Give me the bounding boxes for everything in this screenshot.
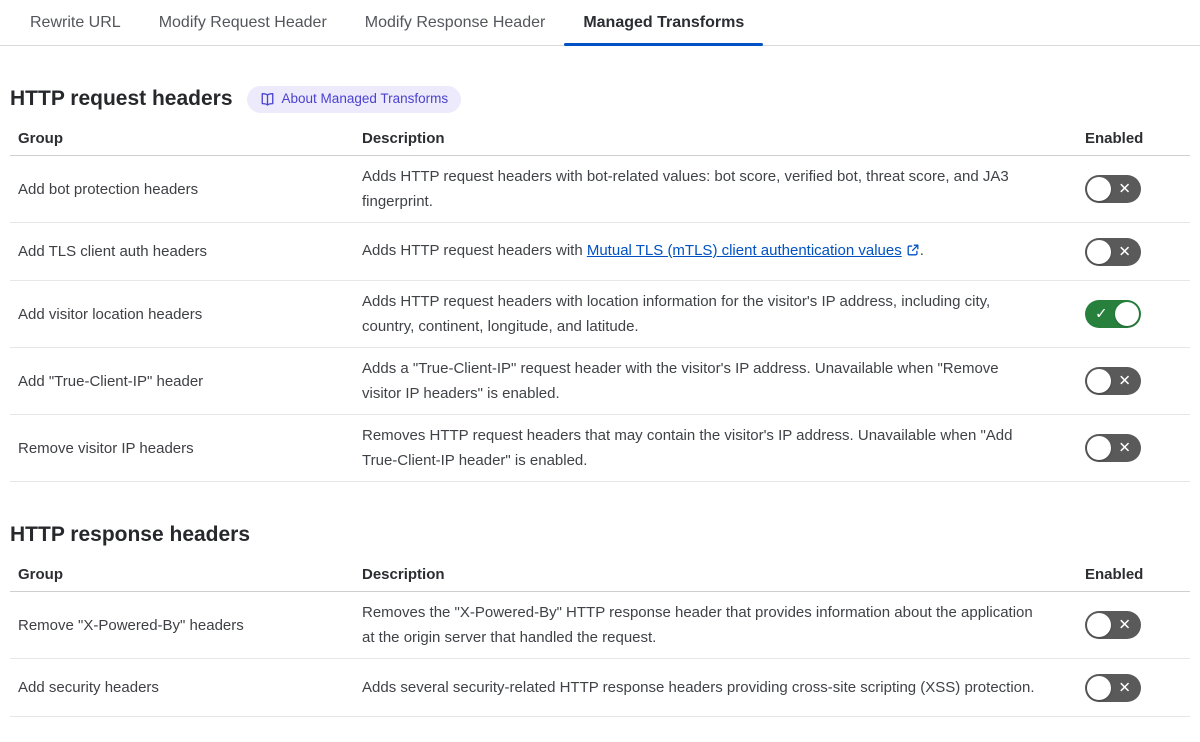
request-table-header: Group Description Enabled [10, 122, 1190, 156]
group-cell: Remove visitor IP headers [18, 439, 194, 457]
response-headers-table: Group Description Enabled Remove "X-Powe… [10, 558, 1190, 717]
about-managed-transforms-badge[interactable]: About Managed Transforms [246, 85, 462, 113]
column-header-group: Group [18, 130, 63, 147]
column-header-enabled: Enabled [1085, 566, 1144, 583]
response-section-title: HTTP response headers [10, 523, 251, 546]
column-header-description: Description [362, 566, 445, 583]
request-section-header: HTTP request headers About Managed Trans… [10, 85, 1190, 113]
toggle-state-icon [1118, 244, 1131, 259]
table-row: Add TLS client auth headers Adds HTTP re… [10, 223, 1190, 281]
tab-managed-transforms[interactable]: Managed Transforms [564, 0, 764, 46]
toggle-state-icon [1118, 441, 1131, 456]
column-header-enabled: Enabled [1085, 130, 1144, 147]
tab-rewrite-url[interactable]: Rewrite URL [11, 0, 140, 45]
tab-modify-request-header[interactable]: Modify Request Header [140, 0, 346, 45]
description-suffix: . [919, 242, 924, 259]
toggle-knob [1087, 239, 1111, 264]
column-header-group: Group [18, 566, 63, 583]
table-row: Add "True-Client-IP" header Adds a "True… [10, 348, 1190, 415]
response-table-header: Group Description Enabled [10, 558, 1190, 592]
toggle-add-visitor-location-headers[interactable] [1085, 300, 1141, 328]
toggle-state-icon [1095, 307, 1108, 322]
request-headers-table: Group Description Enabled Add bot protec… [10, 122, 1190, 482]
toggle-knob [1087, 675, 1111, 700]
toggle-knob [1087, 177, 1111, 201]
request-section-title: HTTP request headers [10, 87, 233, 110]
tab-bar: Rewrite URL Modify Request Header Modify… [0, 0, 1200, 46]
description-cell: Adds HTTP request headers with [362, 242, 587, 259]
request-headers-section: HTTP request headers About Managed Trans… [10, 85, 1190, 482]
description-cell: Removes HTTP request headers that may co… [362, 427, 1013, 469]
table-row: Add bot protection headers Adds HTTP req… [10, 156, 1190, 223]
group-cell: Add "True-Client-IP" header [18, 372, 204, 390]
table-row: Add security headers Adds several securi… [10, 659, 1190, 717]
table-row: Remove "X-Powered-By" headers Removes th… [10, 592, 1190, 659]
description-cell: Adds several security-related HTTP respo… [362, 679, 1035, 696]
badge-label: About Managed Transforms [281, 91, 449, 107]
mtls-docs-link[interactable]: Mutual TLS (mTLS) client authentication … [587, 242, 902, 259]
description-cell: Adds a "True-Client-IP" request header w… [362, 360, 999, 402]
toggle-remove-x-powered-by-headers[interactable] [1085, 611, 1141, 639]
toggle-knob [1087, 369, 1111, 393]
toggle-state-icon [1118, 618, 1131, 633]
description-cell: Adds HTTP request headers with location … [362, 293, 991, 335]
toggle-knob [1115, 302, 1139, 326]
toggle-knob [1087, 613, 1111, 637]
table-row: Remove visitor IP headers Removes HTTP r… [10, 415, 1190, 482]
toggle-add-true-client-ip-header[interactable] [1085, 367, 1141, 395]
tab-modify-response-header[interactable]: Modify Response Header [346, 0, 565, 45]
column-header-description: Description [362, 130, 445, 147]
toggle-add-security-headers[interactable] [1085, 673, 1141, 702]
description-cell: Adds HTTP request headers with bot-relat… [362, 168, 1009, 210]
group-cell: Add TLS client auth headers [18, 243, 208, 260]
toggle-add-bot-protection-headers[interactable] [1085, 175, 1141, 203]
external-link-icon [906, 240, 920, 265]
toggle-state-icon [1118, 182, 1131, 197]
response-section-header: HTTP response headers [10, 522, 1190, 548]
open-book-icon [260, 92, 275, 107]
toggle-state-icon [1118, 680, 1131, 695]
group-cell: Add bot protection headers [18, 180, 199, 198]
group-cell: Add security headers [18, 679, 159, 696]
toggle-state-icon [1118, 374, 1131, 389]
group-cell: Add visitor location headers [18, 305, 203, 323]
description-cell: Removes the "X-Powered-By" HTTP response… [362, 604, 1033, 646]
table-row: Add visitor location headers Adds HTTP r… [10, 281, 1190, 348]
group-cell: Remove "X-Powered-By" headers [18, 616, 244, 634]
toggle-remove-visitor-ip-headers[interactable] [1085, 434, 1141, 462]
response-headers-section: HTTP response headers Group Description … [10, 522, 1190, 717]
toggle-add-tls-client-auth-headers[interactable] [1085, 237, 1141, 266]
toggle-knob [1087, 436, 1111, 460]
page-content: HTTP request headers About Managed Trans… [0, 85, 1200, 717]
